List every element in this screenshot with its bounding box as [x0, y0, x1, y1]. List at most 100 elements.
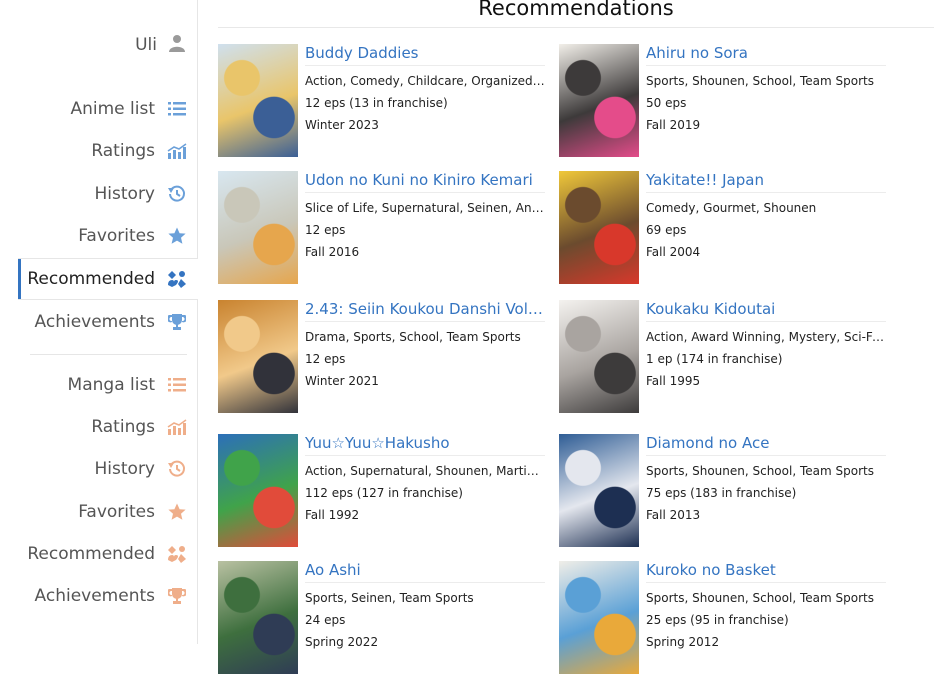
anime-title-link[interactable]: Ahiru no Sora — [646, 44, 886, 66]
sidebar-item-label: Manga list — [67, 375, 155, 395]
cover-image[interactable] — [218, 561, 298, 674]
cover-image[interactable] — [218, 171, 298, 284]
genres: Sports, Shounen, School, Team Sports — [646, 464, 874, 478]
anime-title-link[interactable]: Kuroko no Basket — [646, 561, 886, 583]
episode-count: 12 eps — [305, 223, 346, 237]
sidebar: Uli Anime list Ratings History Favorites… — [0, 0, 198, 644]
sidebar-item-anime-favorites[interactable]: Favorites — [18, 216, 187, 256]
recommendation-card: Koukaku Kidoutai Action, Award Winning, … — [559, 300, 889, 415]
cards-icon — [167, 544, 187, 564]
trophy-icon — [167, 586, 187, 606]
anime-title-link[interactable]: Buddy Daddies — [305, 44, 545, 66]
genres: Comedy, Gourmet, Shounen — [646, 201, 817, 215]
cover-image[interactable] — [559, 300, 639, 413]
sidebar-item-label: Recommended — [27, 269, 155, 289]
episode-count: 25 eps (95 in franchise) — [646, 613, 789, 627]
title-divider — [218, 27, 934, 28]
episode-count: 24 eps — [305, 613, 346, 627]
sidebar-item-label: Favorites — [78, 226, 155, 246]
sidebar-item-anime-ratings[interactable]: Ratings — [18, 131, 187, 171]
season: Winter 2023 — [305, 118, 379, 132]
genres: Action, Award Winning, Mystery, Sci-Fi, … — [646, 330, 886, 344]
recommendation-card: Buddy Daddies Action, Comedy, Childcare,… — [218, 44, 548, 159]
sidebar-item-manga-history[interactable]: History — [18, 449, 187, 489]
chart-icon — [167, 141, 187, 161]
user-icon — [169, 34, 185, 56]
cover-image[interactable] — [218, 44, 298, 157]
sidebar-item-anime-list[interactable]: Anime list — [18, 89, 187, 129]
sidebar-item-label: Favorites — [78, 502, 155, 522]
episode-count: 12 eps — [305, 352, 346, 366]
sidebar-item-label: Recommended — [27, 544, 155, 564]
history-icon — [167, 184, 187, 204]
genres: Sports, Shounen, School, Team Sports — [646, 591, 874, 605]
anime-title-link[interactable]: Yuu☆Yuu☆Hakusho — [305, 434, 545, 456]
recommendation-card: Yuu☆Yuu☆Hakusho Action, Supernatural, Sh… — [218, 434, 548, 549]
cover-image[interactable] — [559, 561, 639, 674]
episode-count: 75 eps (183 in franchise) — [646, 486, 797, 500]
sidebar-item-label: Ratings — [91, 141, 155, 161]
genres: Slice of Life, Supernatural, Seinen, Ant… — [305, 201, 545, 215]
recommendation-card: 2.43: Seiin Koukou Danshi Volley-bu Dram… — [218, 300, 548, 415]
sidebar-item-manga-achievements[interactable]: Achievements — [18, 576, 187, 616]
season: Spring 2012 — [646, 635, 720, 649]
sidebar-divider — [30, 354, 187, 355]
genres: Action, Supernatural, Shounen, Martial A… — [305, 464, 545, 478]
season: Fall 1992 — [305, 508, 360, 522]
sidebar-item-manga-recommended[interactable]: Recommended — [18, 534, 187, 574]
anime-title-link[interactable]: Koukaku Kidoutai — [646, 300, 886, 322]
sidebar-item-label: Anime list — [70, 99, 155, 119]
sidebar-item-anime-history[interactable]: History — [18, 174, 187, 214]
sidebar-item-label: Achievements — [34, 586, 155, 606]
season: Winter 2021 — [305, 374, 379, 388]
sidebar-item-anime-recommended[interactable]: Recommended — [18, 259, 198, 299]
genres: Action, Comedy, Childcare, Organized Cri… — [305, 74, 545, 88]
user-profile[interactable]: Uli — [135, 34, 185, 56]
star-icon — [167, 226, 187, 246]
sidebar-item-manga-ratings[interactable]: Ratings — [18, 407, 187, 447]
season: Fall 2016 — [305, 245, 360, 259]
chart-icon — [167, 417, 187, 437]
list-icon — [167, 99, 187, 119]
cover-image[interactable] — [218, 300, 298, 413]
star-icon — [167, 502, 187, 522]
sidebar-item-manga-list[interactable]: Manga list — [18, 365, 187, 405]
episode-count: 112 eps (127 in franchise) — [305, 486, 463, 500]
sidebar-item-label: Ratings — [91, 417, 155, 437]
cards-icon — [167, 269, 187, 289]
recommendation-card: Udon no Kuni no Kiniro Kemari Slice of L… — [218, 171, 548, 286]
page-title: Recommendations — [478, 0, 674, 20]
history-icon — [167, 459, 187, 479]
cover-image[interactable] — [218, 434, 298, 547]
anime-title-link[interactable]: Ao Ashi — [305, 561, 545, 583]
sidebar-item-anime-achievements[interactable]: Achievements — [18, 302, 187, 342]
user-name: Uli — [135, 35, 157, 55]
episode-count: 69 eps — [646, 223, 687, 237]
sidebar-item-manga-favorites[interactable]: Favorites — [18, 492, 187, 532]
anime-title-link[interactable]: Udon no Kuni no Kiniro Kemari — [305, 171, 545, 193]
cover-image[interactable] — [559, 434, 639, 547]
cover-image[interactable] — [559, 44, 639, 157]
list-icon — [167, 375, 187, 395]
anime-title-link[interactable]: 2.43: Seiin Koukou Danshi Volley-bu — [305, 300, 545, 322]
season: Fall 2013 — [646, 508, 701, 522]
recommendations-panel: Recommendations Buddy Daddies Action, Co… — [218, 0, 934, 674]
anime-title-link[interactable]: Yakitate!! Japan — [646, 171, 886, 193]
recommendation-card: Ahiru no Sora Sports, Shounen, School, T… — [559, 44, 889, 159]
season: Fall 2019 — [646, 118, 701, 132]
genres: Sports, Seinen, Team Sports — [305, 591, 474, 605]
recommendation-card: Ao Ashi Sports, Seinen, Team Sports 24 e… — [218, 561, 548, 676]
trophy-icon — [167, 312, 187, 332]
season: Fall 2004 — [646, 245, 701, 259]
cover-image[interactable] — [559, 171, 639, 284]
anime-title-link[interactable]: Diamond no Ace — [646, 434, 886, 456]
season: Spring 2022 — [305, 635, 379, 649]
sidebar-item-label: History — [94, 459, 155, 479]
genres: Sports, Shounen, School, Team Sports — [646, 74, 874, 88]
episode-count: 12 eps (13 in franchise) — [305, 96, 448, 110]
recommendation-card: Diamond no Ace Sports, Shounen, School, … — [559, 434, 889, 549]
genres: Drama, Sports, School, Team Sports — [305, 330, 521, 344]
sidebar-item-label: History — [94, 184, 155, 204]
recommendation-card: Yakitate!! Japan Comedy, Gourmet, Shoune… — [559, 171, 889, 286]
recommendation-card: Kuroko no Basket Sports, Shounen, School… — [559, 561, 889, 676]
